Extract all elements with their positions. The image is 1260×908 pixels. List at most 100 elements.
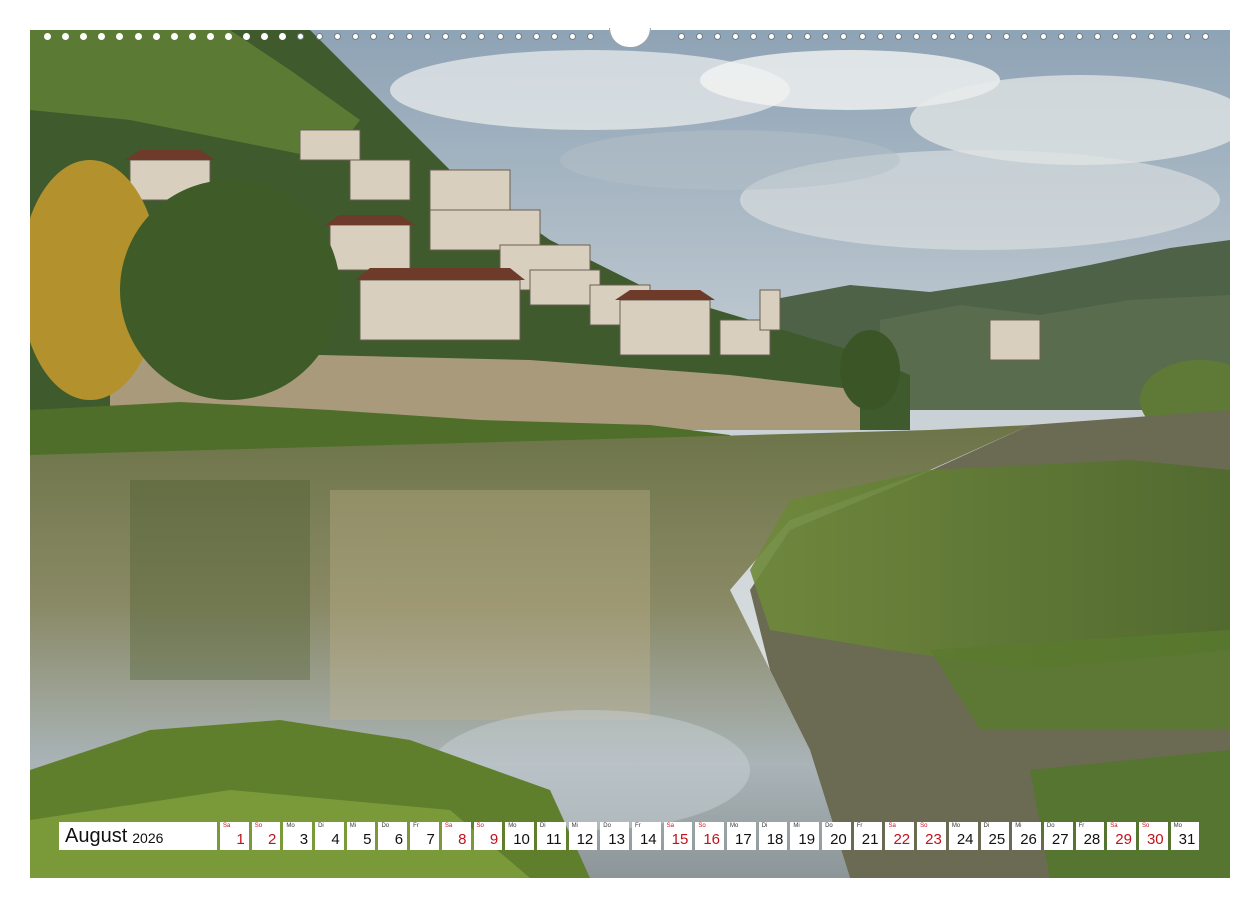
day-number: 2 [268, 831, 277, 848]
weekday-label: Mo [730, 823, 739, 829]
binding-hole [840, 33, 848, 40]
binding-hole [406, 33, 413, 40]
day-number: 29 [1115, 831, 1132, 848]
day-cell: Do 20 [822, 822, 851, 850]
weekday-label: Mo [951, 823, 961, 829]
day-cell: Mi 19 [790, 822, 820, 850]
day-cell: Di 11 [536, 822, 566, 850]
weekday-label: So [476, 823, 484, 829]
weekday-label: Sa [666, 823, 674, 829]
day-number: 3 [299, 831, 309, 848]
day-number: 9 [489, 831, 499, 848]
binding-hole [98, 33, 106, 40]
day-cell: Mo 10 [505, 822, 534, 850]
binding-hole [496, 33, 504, 40]
binding-hole [44, 33, 51, 40]
binding-hole [713, 33, 721, 40]
weekday-label: Mi [349, 823, 357, 829]
day-cell: Mo 31 [1170, 822, 1200, 850]
month-label: August 2026 [59, 822, 217, 850]
day-cell: Mo 17 [727, 822, 756, 850]
day-number: 6 [394, 831, 404, 848]
day-number: 21 [861, 831, 879, 848]
binding-hole [695, 33, 703, 40]
binding-hole [930, 33, 938, 40]
binding-hole [351, 33, 359, 40]
binding-hole [116, 33, 124, 40]
year: 2026 [132, 829, 164, 846]
day-number: 30 [1146, 831, 1164, 848]
weekday-label: Fr [1078, 823, 1085, 829]
day-number: 23 [925, 831, 942, 848]
binding-hole [1039, 33, 1047, 40]
month-name: August [65, 824, 128, 847]
day-number: 4 [331, 831, 340, 848]
day-cell: So 23 [917, 822, 946, 850]
binding-hole [1148, 33, 1156, 40]
day-cell: Di 25 [980, 822, 1010, 850]
landscape-photo [30, 30, 1230, 878]
binding-hole [333, 33, 341, 40]
binding-hole [315, 33, 323, 40]
weekday-label: Do [381, 823, 390, 829]
day-number: 7 [426, 831, 435, 848]
binding-hole [369, 33, 377, 40]
binding-hole [1166, 33, 1174, 40]
day-cells: Sa 1 So 2 Mo 3 Di 4 Mi 5 Do 6 Fr 7 Sa 8 So 9 Mo 10 Di 11 Mi 12 D… [220, 822, 1200, 850]
day-number: 1 [236, 831, 245, 848]
binding-hole [786, 33, 794, 40]
binding-hole [1093, 33, 1101, 40]
day-cell: So 16 [695, 822, 724, 850]
binding-hole [731, 33, 739, 40]
binding-hole [550, 33, 558, 40]
weekday-label: Mi [571, 823, 578, 829]
binding-hole [1021, 33, 1029, 40]
day-cell: Fr 21 [853, 822, 883, 850]
binding-hole [876, 33, 884, 40]
weekday-label: Di [983, 823, 990, 829]
day-cell: Fr 7 [410, 822, 439, 850]
binding-hole [424, 33, 432, 40]
binding-hole [170, 33, 178, 40]
binding-hole [822, 33, 830, 40]
binding-hole [532, 33, 540, 40]
day-cell: So 2 [251, 822, 281, 850]
day-number: 17 [735, 831, 752, 848]
binding-hole [206, 33, 214, 40]
day-number: 14 [639, 831, 657, 848]
binding-hole [243, 33, 251, 40]
weekday-label: Mo [286, 823, 295, 829]
day-cell: Fr 28 [1075, 822, 1105, 850]
binding-hole [568, 33, 576, 40]
calendar-photo [30, 30, 1230, 878]
day-cell: So 9 [473, 822, 503, 850]
day-number: 26 [1020, 831, 1037, 848]
binding-hole [1075, 33, 1083, 40]
binding-hole [152, 33, 160, 40]
binding-hole [1130, 33, 1137, 40]
weekday-label: Mi [1015, 823, 1022, 829]
day-cell: Sa 22 [885, 822, 915, 850]
day-cell: Di 18 [758, 822, 788, 850]
weekday-label: Mo [1173, 823, 1182, 829]
binding-hole [1184, 33, 1192, 40]
binding-hole [1202, 33, 1210, 40]
binding-hole [514, 33, 522, 40]
day-cell: Mi 26 [1012, 822, 1041, 850]
binding-hole [62, 33, 70, 40]
binding-hole [912, 33, 920, 40]
binding-hole [749, 33, 757, 40]
day-number: 22 [893, 831, 911, 848]
binding-hole [1057, 33, 1065, 40]
binding-hole [442, 33, 450, 40]
day-number: 24 [956, 831, 974, 848]
day-number: 11 [545, 831, 562, 848]
day-cell: Mo 3 [283, 822, 313, 850]
day-cell: Fr 14 [631, 822, 661, 850]
binding-hole [858, 33, 866, 40]
binding-hole [387, 33, 395, 40]
day-number: 19 [798, 831, 816, 848]
day-number: 27 [1051, 831, 1069, 848]
day-number: 8 [458, 831, 467, 848]
weekday-label: Mi [793, 823, 800, 829]
